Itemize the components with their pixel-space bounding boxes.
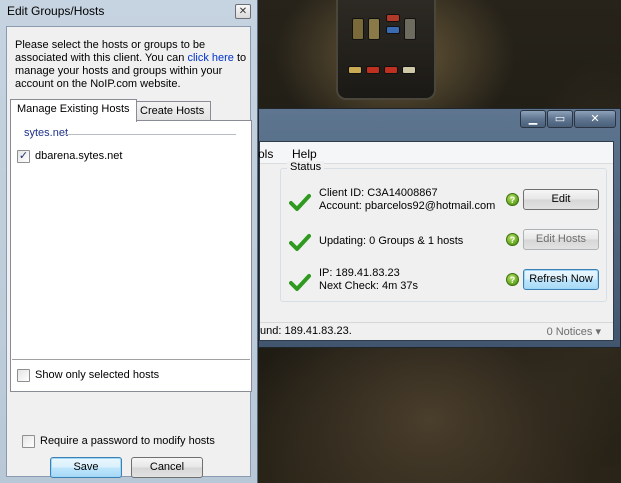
maximize-button[interactable]: ▭ (547, 110, 573, 128)
edit-groups-hosts-dialog: Edit Groups/Hosts ✕ Please select the ho… (0, 0, 258, 483)
show-only-selected-checkbox[interactable] (17, 369, 30, 382)
status-legend: Status (287, 161, 325, 173)
main-window-titlebar[interactable]: ▁ ▭ ✕ (259, 109, 620, 135)
refresh-now-button[interactable]: Refresh Now (523, 269, 599, 290)
require-password-checkbox[interactable] (22, 435, 35, 448)
updating-text: Updating: 0 Groups & 1 hosts (319, 235, 464, 247)
help-icon[interactable]: ? (506, 273, 519, 286)
next-check-text: Next Check: 4m 37s (319, 280, 419, 292)
status-bar-ip: und: 189.41.83.23. (260, 325, 352, 337)
save-button[interactable]: Save (50, 457, 122, 478)
status-row-ip: IP: 189.41.83.23 Next Check: 4m 37s ? Re… (281, 263, 606, 303)
check-icon (289, 274, 311, 291)
status-bar: und: 189.41.83.23. 0 Notices ▾ (260, 322, 613, 340)
noip-main-window: ▁ ▭ ✕ ols Help Status Client ID: C3A1400… (258, 108, 621, 348)
tab-create-hosts[interactable]: Create Hosts (133, 101, 212, 121)
client-id-text: Client ID: C3A14008867 (319, 187, 438, 199)
check-icon (289, 234, 311, 251)
tab-manage-existing-hosts[interactable]: Manage Existing Hosts (10, 99, 137, 122)
status-row-client: Client ID: C3A14008867 Account: pbarcelo… (281, 183, 606, 223)
dialog-close-button[interactable]: ✕ (235, 4, 251, 19)
show-only-selected-label[interactable]: Show only selected hosts (35, 369, 159, 381)
require-password-label[interactable]: Require a password to modify hosts (40, 435, 215, 447)
help-icon[interactable]: ? (506, 233, 519, 246)
group-divider (64, 134, 236, 135)
host-list[interactable]: sytes.net ✓ dbarena.sytes.net (12, 122, 250, 360)
notices-dropdown[interactable]: 0 Notices ▾ (547, 325, 601, 338)
host-checkbox[interactable]: ✓ (17, 150, 30, 163)
dialog-title: Edit Groups/Hosts (7, 4, 105, 18)
menu-tools[interactable]: ols (258, 147, 273, 161)
account-text: Account: pbarcelos92@hotmail.com (319, 200, 496, 212)
dialog-intro: Please select the hosts or groups to be … (15, 39, 251, 91)
wallpaper-chest-panel (336, 0, 436, 100)
manage-hosts-panel: sytes.net ✓ dbarena.sytes.net Show only … (10, 120, 252, 392)
minimize-button[interactable]: ▁ (520, 110, 546, 128)
ip-text: IP: 189.41.83.23 (319, 267, 400, 279)
status-row-updating: Updating: 0 Groups & 1 hosts ? Edit Host… (281, 223, 606, 263)
dialog-body: Please select the hosts or groups to be … (6, 26, 252, 478)
click-here-link[interactable]: click here (187, 52, 233, 64)
host-name[interactable]: dbarena.sytes.net (35, 150, 122, 162)
menu-help[interactable]: Help (292, 147, 317, 161)
check-icon (289, 194, 311, 211)
status-group: Status Client ID: C3A14008867 Account: p… (280, 161, 607, 303)
close-button[interactable]: ✕ (574, 110, 616, 128)
help-icon[interactable]: ? (506, 193, 519, 206)
edit-button[interactable]: Edit (523, 189, 599, 210)
cancel-button[interactable]: Cancel (131, 457, 203, 478)
intro-text: Please select the hosts or groups to be … (15, 39, 206, 64)
group-header: sytes.net (24, 127, 69, 139)
main-window-client: ols Help Status Client ID: C3A14008867 A… (258, 141, 614, 341)
edit-hosts-button[interactable]: Edit Hosts (523, 229, 599, 250)
